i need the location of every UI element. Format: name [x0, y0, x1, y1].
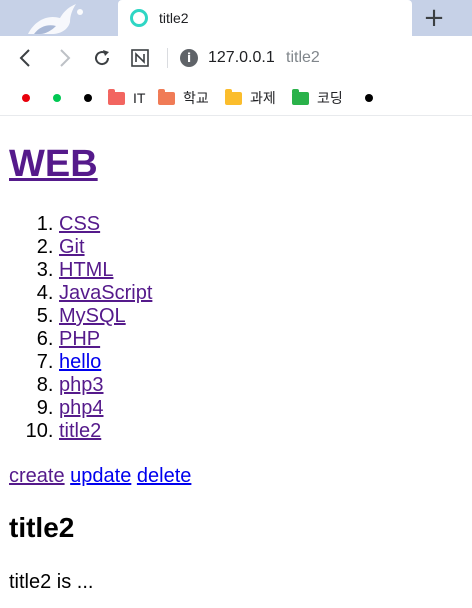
- topic-link-hello[interactable]: hello: [59, 351, 101, 373]
- folder-icon: [225, 88, 242, 105]
- bookmark-label: IT: [133, 90, 146, 106]
- toolbar-divider: [167, 48, 168, 68]
- new-tab-button[interactable]: +: [420, 2, 448, 34]
- address-host[interactable]: 127.0.0.1: [208, 49, 275, 67]
- green-dot-icon: [53, 94, 61, 102]
- site-info-icon[interactable]: i: [180, 49, 198, 67]
- folder-icon: [292, 88, 309, 105]
- topic-link-php3[interactable]: php3: [59, 374, 104, 396]
- browser-toolbar: i 127.0.0.1 title2: [0, 36, 472, 80]
- list-item: hello: [59, 351, 152, 374]
- create-link[interactable]: create: [9, 465, 65, 487]
- list-item: php3: [59, 374, 152, 397]
- list-item: Git: [59, 236, 152, 259]
- address-path[interactable]: title2: [286, 49, 320, 67]
- forward-button[interactable]: [52, 46, 76, 70]
- bookmark-folder-school[interactable]: 학교: [158, 88, 209, 108]
- topic-link-php[interactable]: PHP: [59, 328, 100, 350]
- topic-link-title2[interactable]: title2: [59, 420, 101, 442]
- bookmarks-bar: IT 학교 과제 코딩: [0, 80, 472, 116]
- bookmark-black-dot[interactable]: [84, 88, 92, 108]
- red-dot-icon: [22, 94, 30, 102]
- bookmark-label: 학교: [183, 90, 209, 106]
- black-dot-icon: [365, 94, 373, 102]
- whale-logo-icon: [28, 4, 83, 34]
- page-favicon-icon: [130, 9, 148, 27]
- tab-inactive-thumbnail[interactable]: [0, 0, 116, 36]
- list-item: php4: [59, 397, 152, 420]
- site-title: WEB: [9, 141, 98, 187]
- forward-arrow-icon: [60, 49, 71, 67]
- bookmark-green-dot[interactable]: [53, 88, 61, 108]
- list-item: CSS: [59, 213, 152, 236]
- bookmark-label: 코딩: [317, 90, 343, 106]
- topic-link-html[interactable]: HTML: [59, 259, 113, 281]
- list-item: PHP: [59, 328, 152, 351]
- tab-title: title2: [159, 10, 189, 26]
- document-body: title2 is ...: [9, 571, 94, 593]
- update-link[interactable]: update: [70, 465, 131, 487]
- topic-link-javascript[interactable]: JavaScript: [59, 282, 152, 304]
- bookmark-label: 과제: [250, 90, 276, 106]
- delete-link[interactable]: delete: [137, 465, 192, 487]
- black-dot-icon: [84, 94, 92, 102]
- list-item: HTML: [59, 259, 152, 282]
- reload-icon: [95, 50, 110, 66]
- bookmark-folder-it[interactable]: IT: [108, 88, 145, 108]
- bookmark-black-dot-2[interactable]: [365, 88, 373, 108]
- naver-shortcut-button[interactable]: [128, 46, 152, 70]
- tab-active[interactable]: title2: [118, 0, 412, 36]
- reload-button[interactable]: [90, 46, 114, 70]
- control-links: create update delete: [9, 464, 191, 488]
- list-item: title2: [59, 420, 152, 443]
- bookmark-folder-assignment[interactable]: 과제: [225, 88, 276, 108]
- back-arrow-icon: [19, 49, 30, 67]
- bookmark-red-dot[interactable]: [22, 88, 30, 108]
- bookmark-folder-coding[interactable]: 코딩: [292, 88, 343, 108]
- folder-icon: [108, 88, 125, 105]
- folder-icon: [158, 88, 175, 105]
- topic-list: CSS Git HTML JavaScript MySQL PHP hello …: [0, 213, 152, 443]
- list-item: JavaScript: [59, 282, 152, 305]
- back-button[interactable]: [14, 46, 38, 70]
- topic-link-mysql[interactable]: MySQL: [59, 305, 126, 327]
- topic-link-git[interactable]: Git: [59, 236, 85, 258]
- site-title-link[interactable]: WEB: [9, 143, 98, 185]
- tab-strip: title2 +: [0, 0, 472, 36]
- naver-n-icon: [131, 49, 149, 67]
- list-item: MySQL: [59, 305, 152, 328]
- topic-link-css[interactable]: CSS: [59, 213, 100, 235]
- document-title: title2: [9, 512, 75, 543]
- topic-link-php4[interactable]: php4: [59, 397, 104, 419]
